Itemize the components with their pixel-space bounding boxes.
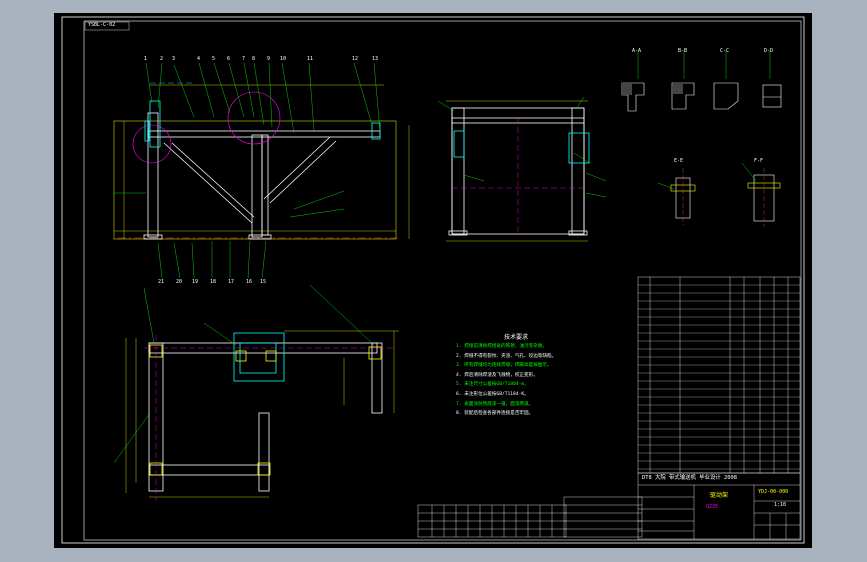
- title-material: Q235: [706, 504, 719, 510]
- section-label: F-F: [754, 158, 764, 164]
- section-label: C-C: [720, 48, 730, 54]
- balloon-label: 4: [197, 56, 201, 62]
- outer-border: [61, 16, 805, 544]
- tech-req-title: 技术要求: [504, 334, 529, 341]
- plan-view: [113, 284, 399, 501]
- balloon-label: 2: [160, 56, 164, 62]
- balloon-label: 13: [372, 56, 379, 62]
- tech-req-line: 4. 焊后清除焊渣及飞溅物，校正变形。: [456, 372, 538, 378]
- drawing-tag: YSBL-C-02: [88, 22, 116, 28]
- balloon-label: 18: [210, 279, 217, 285]
- cad-drawing-canvas: YSBL-C-02 1 2 3 4 5 6 7 8 9 10 11 12 13 21 20 19 18 17 16…: [54, 13, 812, 548]
- section-label: B-B: [678, 48, 688, 54]
- tech-req-line: 6. 未注形位公差按GB/T1184-K。: [456, 391, 529, 397]
- title-drawing-name: 驱动架: [710, 492, 729, 499]
- tech-req-line: 5. 未注尺寸公差按GB/T1804-m。: [456, 382, 529, 388]
- balloon-label: 16: [246, 279, 253, 285]
- balloon-label: 5: [212, 56, 216, 62]
- title-scale: 1:10: [774, 502, 787, 508]
- balloon-label: 12: [352, 56, 359, 62]
- balloon-label: 10: [280, 56, 287, 62]
- tech-req-line: 1. 焊接前清除焊接处的铁锈、油污等杂质。: [456, 344, 547, 349]
- tech-req-line: 2. 焊缝不得有裂纹、夹渣、气孔、咬边等缺陷。: [456, 353, 557, 359]
- balloon-label: 21: [158, 279, 165, 285]
- balloon-label: 19: [192, 279, 199, 285]
- balloon-label: 11: [307, 56, 314, 62]
- engineering-drawing: [61, 16, 805, 544]
- tech-req-line: 8. 装配后检查各部件连接是否牢固。: [456, 411, 534, 417]
- dimension-table: [417, 504, 567, 538]
- tech-req-line: 7. 表面涂防锈底漆一道，面漆两道。: [456, 401, 534, 407]
- tech-req-lines: 1. 焊接前清除焊接处的铁锈、油污等杂质。 2. 焊缝不得有裂纹、夹渣、气孔、咬边…: [456, 344, 557, 422]
- front-view: [113, 62, 410, 279]
- balloon-label: 15: [260, 279, 267, 285]
- balloon-label: 20: [176, 279, 183, 285]
- side-view: [437, 96, 607, 242]
- title-university: DT8 大院 带式输送机 毕业设计 2008: [642, 475, 737, 481]
- section-label: A-A: [632, 48, 642, 54]
- balloon-label: 3: [172, 56, 176, 62]
- balloon-label: 1: [144, 56, 148, 62]
- balloon-label: 6: [227, 56, 231, 62]
- parts-list: [637, 276, 801, 474]
- parts-list-rows: [638, 284, 800, 470]
- balloon-label: 8: [252, 56, 256, 62]
- balloon-label: 17: [228, 279, 235, 285]
- tech-req-line: 3. 所有焊缝均为连续焊缝，焊脚高度按图示。: [456, 363, 552, 369]
- section-label: D-D: [764, 48, 774, 54]
- balloon-label: 7: [242, 56, 246, 62]
- title-drawing-no: YDJ-00-000: [758, 489, 789, 495]
- detail-sections: [621, 51, 782, 227]
- section-label: E-E: [674, 158, 684, 164]
- balloon-label: 9: [267, 56, 271, 62]
- notes-table: [563, 496, 643, 538]
